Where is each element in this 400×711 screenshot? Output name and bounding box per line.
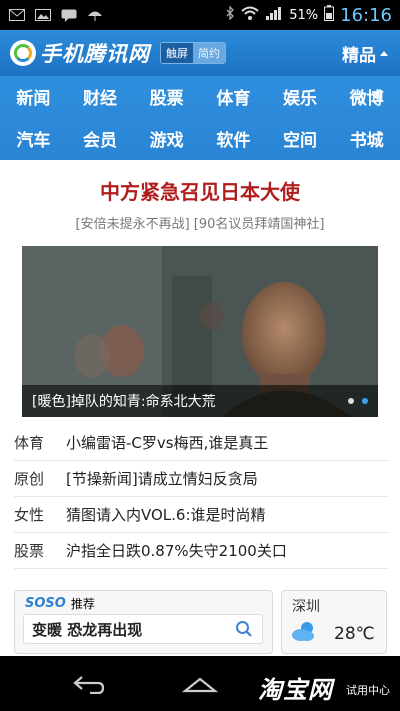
- partly-cloudy-icon: [292, 622, 314, 641]
- premium-menu-button[interactable]: 精品: [342, 41, 388, 66]
- news-title[interactable]: 沪指全日跌0.87%失守2100关口: [66, 540, 287, 561]
- news-title[interactable]: 小编雷语-C罗vs梅西,谁是真王: [66, 432, 268, 453]
- carousel-dot[interactable]: [348, 398, 354, 404]
- gallery-icon: [34, 8, 52, 22]
- news-category[interactable]: 体育: [14, 432, 66, 453]
- soso-header: SOSO 推荐: [25, 595, 95, 612]
- list-item[interactable]: 女性 猜图请入内VOL.6:谁是时尚精: [14, 497, 388, 533]
- carousel-caption-bar: [暖色]掉队的知青:命系北大荒: [22, 385, 378, 417]
- news-list: 体育 小编雷语-C罗vs梅西,谁是真王 原创 [节操新闻]请成立情妇反贪局 女性…: [14, 425, 388, 569]
- nav-item-finance[interactable]: 财经: [67, 84, 134, 109]
- news-category[interactable]: 女性: [14, 504, 66, 525]
- headline-link[interactable]: 中方紧急召见日本大使: [0, 176, 400, 205]
- nav-item-stocks[interactable]: 股票: [133, 84, 200, 109]
- nav-item-entertainment[interactable]: 娱乐: [267, 84, 334, 109]
- nav-item-weibo[interactable]: 微博: [333, 84, 400, 109]
- search-query[interactable]: 变暖 恐龙再出现: [32, 619, 142, 640]
- news-title[interactable]: [节操新闻]请成立情妇反贪局: [66, 468, 258, 489]
- list-item[interactable]: 股票 沪指全日跌0.87%失守2100关口: [14, 533, 388, 569]
- app-title[interactable]: 手机腾讯网: [40, 38, 150, 68]
- mode-simple-tab[interactable]: 简约: [193, 43, 225, 63]
- status-bar: 51% 16:16: [0, 0, 400, 30]
- weather-temp: 28℃: [334, 624, 375, 644]
- watermark-subtitle: 试用中心: [346, 684, 390, 697]
- app-header: 手机腾讯网 触屏 简约 精品: [0, 30, 400, 76]
- nav-item-vip[interactable]: 会员: [67, 126, 134, 151]
- system-nav-bar: [0, 656, 400, 711]
- chat-icon: [60, 8, 78, 22]
- photo-carousel[interactable]: [暖色]掉队的知青:命系北大荒: [22, 246, 378, 417]
- watermark-logo: 淘宝网: [258, 676, 333, 704]
- search-input[interactable]: 变暖 恐龙再出现: [23, 614, 263, 644]
- carousel-pager: [348, 398, 368, 404]
- mode-switch: 触屏 简约: [160, 42, 226, 64]
- bluetooth-icon: [225, 5, 235, 24]
- sub-headline-link[interactable]: [90名议员拜靖国神社]: [194, 217, 325, 232]
- nav-item-news[interactable]: 新闻: [0, 84, 67, 109]
- nav-item-qzone[interactable]: 空间: [267, 126, 334, 151]
- nav-item-games[interactable]: 游戏: [133, 126, 200, 151]
- sub-headlines: [安倍未提永不再战] [90名议员拜靖国神社]: [0, 213, 400, 232]
- nav-item-sports[interactable]: 体育: [200, 84, 267, 109]
- soso-search-widget: SOSO 推荐 变暖 恐龙再出现: [14, 590, 273, 654]
- caret-up-icon: [380, 50, 388, 56]
- channel-nav-row: 新闻 财经 股票 体育 娱乐 微博: [0, 76, 400, 116]
- sms-icon: [8, 8, 26, 22]
- nav-item-auto[interactable]: 汽车: [0, 126, 67, 151]
- battery-icon: [324, 5, 335, 25]
- list-item[interactable]: 体育 小编雷语-C罗vs梅西,谁是真王: [14, 425, 388, 461]
- back-icon[interactable]: [72, 674, 106, 694]
- news-category[interactable]: 原创: [14, 468, 66, 489]
- home-icon[interactable]: [182, 676, 218, 694]
- wifi-icon: [241, 6, 259, 24]
- umbrella-icon: [86, 8, 104, 22]
- search-icon[interactable]: [234, 619, 254, 639]
- news-title[interactable]: 猜图请入内VOL.6:谁是时尚精: [66, 504, 266, 525]
- list-item[interactable]: 原创 [节操新闻]请成立情妇反贪局: [14, 461, 388, 497]
- battery-percent: 51%: [289, 7, 319, 23]
- mode-touch-tab[interactable]: 触屏: [161, 43, 193, 63]
- carousel-dot-active[interactable]: [362, 398, 368, 404]
- signal-icon: [265, 6, 283, 24]
- qq-logo-icon[interactable]: [10, 40, 36, 66]
- nav-item-books[interactable]: 书城: [333, 126, 400, 151]
- carousel-caption[interactable]: [暖色]掉队的知青:命系北大荒: [32, 391, 216, 411]
- sub-headline-link[interactable]: [安倍未提永不再战]: [76, 217, 190, 232]
- premium-label: 精品: [342, 45, 376, 66]
- weather-city: 深圳: [292, 599, 320, 615]
- channel-nav: 新闻 财经 股票 体育 娱乐 微博 汽车 会员 游戏 软件 空间 书城: [0, 76, 400, 160]
- soso-logo: SOSO: [25, 596, 66, 611]
- nav-item-software[interactable]: 软件: [200, 126, 267, 151]
- news-category[interactable]: 股票: [14, 540, 66, 561]
- weather-widget[interactable]: 深圳 28℃: [281, 590, 387, 654]
- recommend-label: 推荐: [70, 597, 95, 611]
- clock: 16:16: [340, 4, 392, 26]
- channel-nav-row: 汽车 会员 游戏 软件 空间 书城: [0, 118, 400, 158]
